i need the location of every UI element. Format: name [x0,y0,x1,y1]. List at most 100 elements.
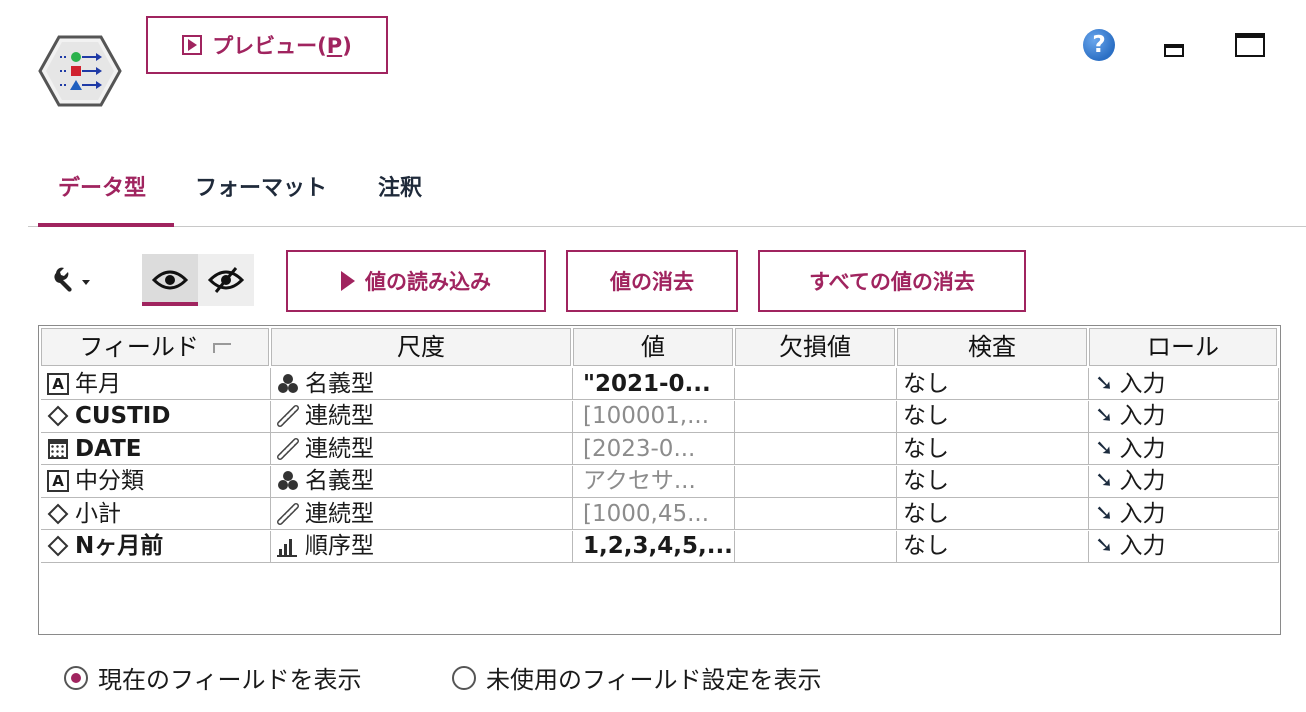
cell-values[interactable]: [100001,... [573,400,735,433]
check-text: なし [903,533,949,559]
wrench-icon [54,267,72,292]
number-icon [47,503,69,524]
check-text: なし [903,468,949,494]
show-current-fields-radio[interactable]: 現在のフィールドを表示 [64,660,362,695]
cell-check[interactable]: なし [897,368,1089,400]
values-text: [100001,... [583,403,710,429]
field-text: 中分類 [75,468,144,494]
measure-text: 連続型 [305,403,374,429]
cell-role[interactable]: ➘ 入力 [1089,433,1279,465]
cell-missing[interactable] [735,368,897,400]
cell-check[interactable]: なし [897,433,1089,465]
preview-button[interactable]: プレビュー(P) [146,16,388,74]
continuous-icon [277,437,299,460]
measure-text: 名義型 [305,468,374,494]
ordinal-icon [277,539,297,557]
preview-label: プレビュー(P) [212,34,352,58]
cell-measure[interactable]: 順序型 [271,530,573,563]
cell-measure[interactable]: 名義型 [271,465,573,498]
play-icon [341,271,355,291]
column-header-missing[interactable]: 欠損値 [735,328,895,366]
cell-measure[interactable]: 連続型 [271,433,573,465]
clear-values-button[interactable]: 値の消去 [566,250,738,312]
cell-values[interactable]: "2021-0... [573,368,735,400]
tab-datatype[interactable]: データ型 [58,170,146,202]
field-text: Nヶ月前 [75,533,164,559]
input-arrow-icon: ➘ [1095,435,1114,461]
help-icon[interactable]: ? [1083,29,1115,61]
tab-annotation[interactable]: 注釈 [378,170,422,202]
number-icon [47,535,69,557]
column-header-role[interactable]: ロール [1089,328,1277,366]
type-node-icon [38,35,122,107]
cell-missing[interactable] [735,465,897,498]
cell-field[interactable]: DATE [41,433,271,465]
measure-text: 名義型 [305,370,374,397]
active-tab-indicator [38,223,174,227]
check-text: なし [903,500,949,527]
number-icon [47,405,69,427]
nominal-icon [278,471,298,490]
measure-text: 順序型 [305,533,374,559]
cell-field[interactable]: A 年月 [41,368,271,400]
cell-measure[interactable]: 名義型 [271,368,573,400]
clear-all-values-button[interactable]: すべての値の消去 [758,250,1026,312]
cell-role[interactable]: ➘ 入力 [1089,498,1279,530]
cell-field[interactable]: CUSTID [41,400,271,433]
cell-values[interactable]: アクセサ... [573,465,735,498]
cell-values[interactable]: [1000,45... [573,498,735,530]
column-header-check[interactable]: 検査 [897,328,1087,366]
maximize-icon[interactable] [1235,33,1265,57]
cell-missing[interactable] [735,530,897,563]
cell-check[interactable]: なし [897,400,1089,433]
cell-role[interactable]: ➘ 入力 [1089,465,1279,498]
cell-check[interactable]: なし [897,530,1089,563]
cell-role[interactable]: ➘ 入力 [1089,400,1279,433]
tab-format[interactable]: フォーマット [195,170,327,202]
check-text: なし [903,370,949,397]
input-arrow-icon: ➘ [1095,468,1114,493]
input-arrow-icon: ➘ [1095,370,1114,396]
cell-missing[interactable] [735,400,897,433]
cell-role[interactable]: ➘ 入力 [1089,530,1279,563]
radio-indicator [452,665,476,690]
hide-fields-toggle[interactable] [198,254,254,306]
cell-measure[interactable]: 連続型 [271,498,573,530]
field-text: DATE [75,435,142,462]
cell-missing[interactable] [735,498,897,530]
check-text: なし [903,435,949,462]
role-text: 入力 [1119,370,1166,397]
values-text: "2021-0... [583,370,711,397]
play-icon [182,35,203,55]
cell-role[interactable]: ➘ 入力 [1089,368,1279,400]
tools-menu-button[interactable] [50,264,102,294]
radio-indicator [64,665,88,690]
values-text: [1000,45... [583,500,710,527]
check-text: なし [903,403,949,429]
values-text: 1,2,3,4,5,... [583,533,733,559]
column-header-values[interactable]: 値 [573,328,733,366]
cell-measure[interactable]: 連続型 [271,400,573,433]
input-arrow-icon: ➘ [1095,403,1114,428]
continuous-icon [277,502,299,525]
cell-field[interactable]: 小計 [41,498,271,530]
cell-missing[interactable] [735,433,897,465]
role-text: 入力 [1119,403,1166,429]
cell-field[interactable]: Nヶ月前 [41,530,271,563]
cell-field[interactable]: A 中分類 [41,465,271,498]
cell-values[interactable]: 1,2,3,4,5,... [573,530,735,563]
sort-icon [212,343,231,353]
show-fields-toggle[interactable] [142,254,198,306]
read-values-button[interactable]: 値の読み込み [286,250,546,312]
column-header-measure[interactable]: 尺度 [271,328,571,366]
cell-check[interactable]: なし [897,465,1089,498]
cell-check[interactable]: なし [897,498,1089,530]
role-text: 入力 [1119,468,1166,494]
measure-text: 連続型 [305,435,374,462]
minimize-icon[interactable] [1164,44,1184,57]
tab-divider [28,226,1306,227]
show-unused-fields-radio[interactable]: 未使用のフィールド設定を表示 [452,660,822,695]
column-header-field[interactable]: フィールド [41,328,269,366]
string-icon: A [47,372,69,395]
cell-values[interactable]: [2023-0... [573,433,735,465]
